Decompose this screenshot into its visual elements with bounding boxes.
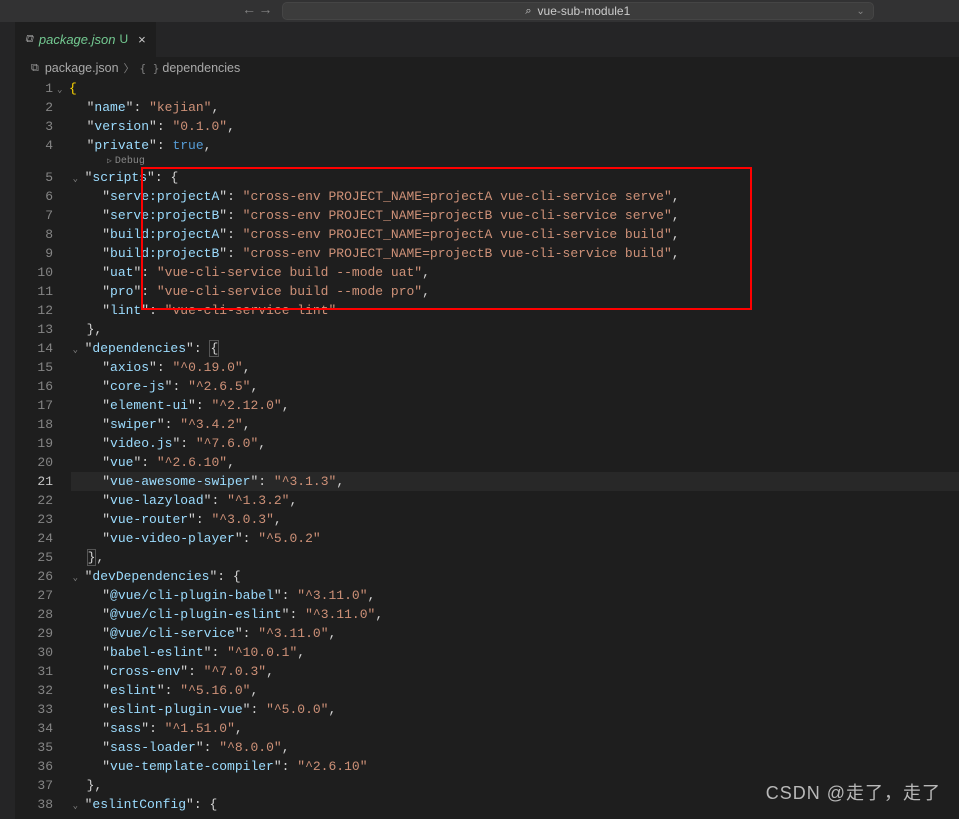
- chevron-down-icon[interactable]: ⌄: [856, 6, 864, 17]
- command-center-search[interactable]: ⌕ vue-sub-module1 ⌄: [282, 2, 874, 20]
- breadcrumb-file: package.json: [45, 61, 119, 75]
- editor-tabs: ⧉ package.json U ×: [15, 22, 959, 57]
- close-icon[interactable]: ×: [138, 32, 146, 47]
- json-file-icon: ⧉: [25, 33, 33, 46]
- modified-indicator: U: [119, 32, 128, 46]
- title-bar: ← → ⌕ vue-sub-module1 ⌄: [0, 0, 959, 22]
- search-text: vue-sub-module1: [538, 4, 631, 18]
- breadcrumb[interactable]: ⧉ package.json 〉 { } dependencies: [15, 57, 959, 79]
- json-file-icon: ⧉: [31, 62, 39, 75]
- object-icon: { }: [140, 62, 160, 75]
- nav-forward-icon[interactable]: →: [261, 3, 269, 19]
- line-number-gutter: 1234567891011121314151617181920212223242…: [15, 79, 71, 819]
- chevron-right-icon: 〉: [124, 60, 135, 76]
- activity-bar-sliver: [0, 22, 15, 819]
- nav-back-icon[interactable]: ←: [245, 3, 253, 19]
- code-editor[interactable]: 1234567891011121314151617181920212223242…: [15, 79, 959, 819]
- breadcrumb-symbol: dependencies: [162, 61, 240, 75]
- search-icon: ⌕: [525, 5, 531, 18]
- tab-label: package.json: [39, 32, 116, 47]
- tab-package-json[interactable]: ⧉ package.json U ×: [15, 22, 156, 57]
- code-content[interactable]: ⌄{ "name": "kejian", "version": "0.1.0",…: [71, 79, 959, 819]
